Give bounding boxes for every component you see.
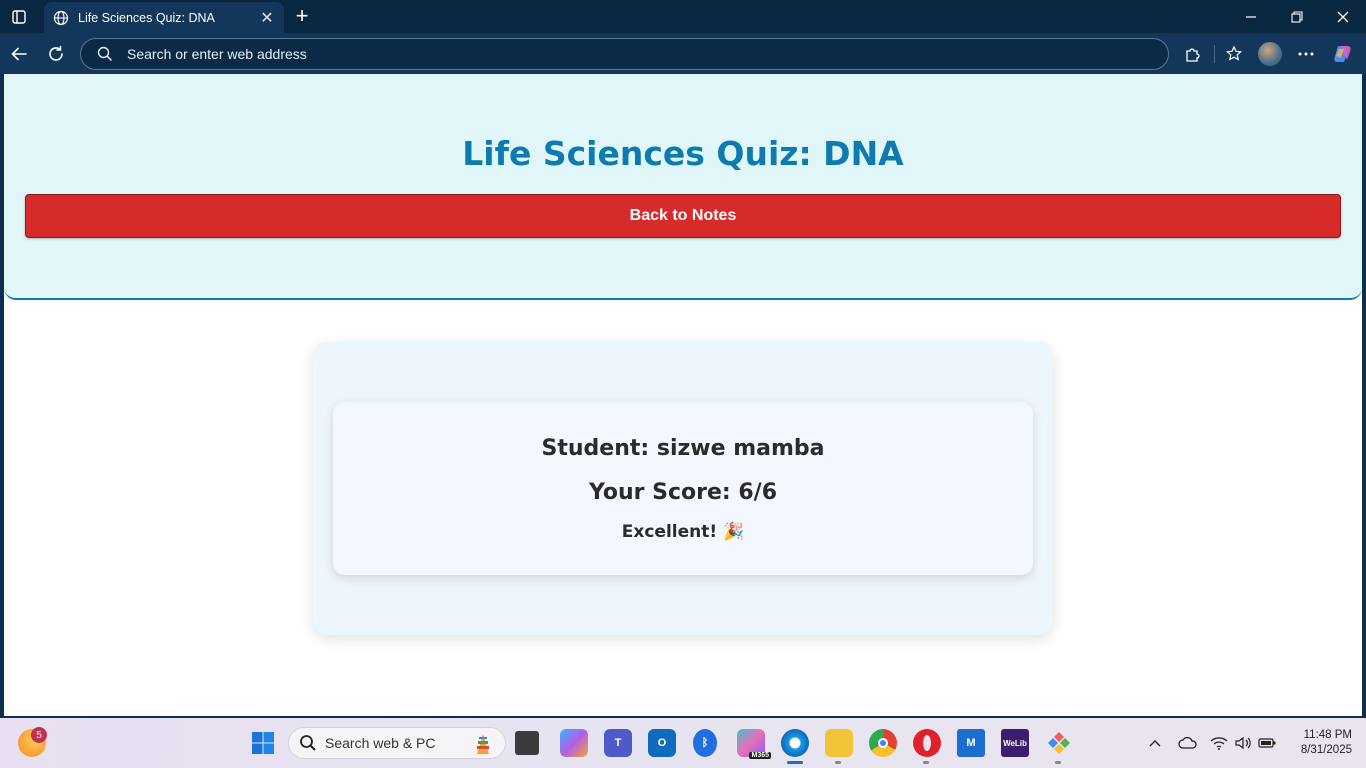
task-view-icon[interactable] [515,731,539,755]
browser-toolbar: Search or enter web address [0,33,1366,74]
result-card: Student: sizwe mamba Your Score: 6/6 Exc… [333,402,1033,575]
toolbar-divider [1214,45,1215,63]
search-icon [299,734,317,752]
chevron-up-icon[interactable] [1146,732,1164,754]
search-highlight-icon [475,733,491,758]
taskbar: 5 Search web & PC T O ᛒ M365 M WeLib 11:… [0,718,1366,768]
tab-title: Life Sciences Quiz: DNA [78,10,215,25]
bluetooth-icon[interactable]: ᛒ [693,729,717,757]
close-tab-icon[interactable]: ✕ [258,9,276,27]
clock-time: 11:48 PM [1303,729,1352,741]
app-diamond-icon[interactable] [1045,729,1073,757]
weather-badge: 5 [31,727,47,743]
more-options-icon[interactable] [1293,41,1319,67]
back-arrow-icon[interactable] [6,41,32,67]
copilot-icon[interactable] [1330,41,1356,67]
taskbar-search-placeholder: Search web & PC [325,735,436,751]
tab-actions-icon[interactable] [8,7,30,27]
score-text: Your Score: 6/6 [588,480,778,505]
start-icon[interactable] [249,729,277,757]
onedrive-icon[interactable] [1177,732,1199,754]
taskbar-search[interactable]: Search web & PC [288,727,506,759]
address-bar[interactable]: Search or enter web address [80,38,1169,70]
opera-icon[interactable] [913,729,941,757]
app-diamond-indicator [1055,761,1061,764]
edge-icon[interactable] [781,729,809,757]
minimize-icon[interactable] [1228,0,1274,33]
opera-indicator [923,761,929,764]
welib-icon[interactable]: WeLib [1001,729,1029,757]
m365-icon[interactable]: M365 [737,729,771,759]
globe-icon [52,9,70,27]
extensions-icon[interactable] [1180,41,1206,67]
back-to-notes-button[interactable]: Back to Notes [25,194,1341,238]
avatar [1258,42,1282,66]
close-window-icon[interactable] [1320,0,1366,33]
page-title: Life Sciences Quiz: DNA [462,134,904,173]
page-viewport: Life Sciences Quiz: DNA Back to Notes St… [4,74,1362,716]
taskbar-clock[interactable]: 11:48 PM 8/31/2025 [1286,728,1352,758]
profile-avatar[interactable] [1257,41,1283,67]
restore-icon[interactable] [1274,0,1320,33]
edge-active-indicator [787,761,803,764]
address-placeholder: Search or enter web address [127,46,307,62]
result-container: Student: sizwe mamba Your Score: 6/6 Exc… [313,342,1053,635]
copilot-app-icon[interactable] [560,729,588,757]
clock-date: 8/31/2025 [1300,744,1352,756]
welib-label: WeLib [1003,738,1027,748]
battery-icon[interactable] [1257,732,1277,754]
app-m-icon[interactable]: M [957,729,985,757]
new-tab-icon[interactable]: + [290,3,314,28]
feedback-text: Excellent! 🎉 [621,522,745,542]
volume-icon[interactable] [1233,732,1253,754]
page-header: Life Sciences Quiz: DNA Back to Notes [4,74,1362,300]
m365-label: M365 [749,752,771,759]
wifi-icon[interactable] [1209,732,1229,754]
outlook-icon[interactable]: O [648,729,676,757]
chrome-icon[interactable] [869,729,897,757]
explorer-indicator [835,761,841,764]
file-explorer-icon[interactable] [825,729,853,757]
search-icon [97,46,113,62]
tab-quiz[interactable]: Life Sciences Quiz: DNA ✕ [44,2,284,33]
tab-bar: Life Sciences Quiz: DNA ✕ + [0,0,1366,33]
student-name: Student: sizwe mamba [541,436,825,461]
teams-icon[interactable]: T [604,729,632,757]
favorites-icon[interactable] [1221,41,1247,67]
refresh-icon[interactable] [43,41,69,67]
